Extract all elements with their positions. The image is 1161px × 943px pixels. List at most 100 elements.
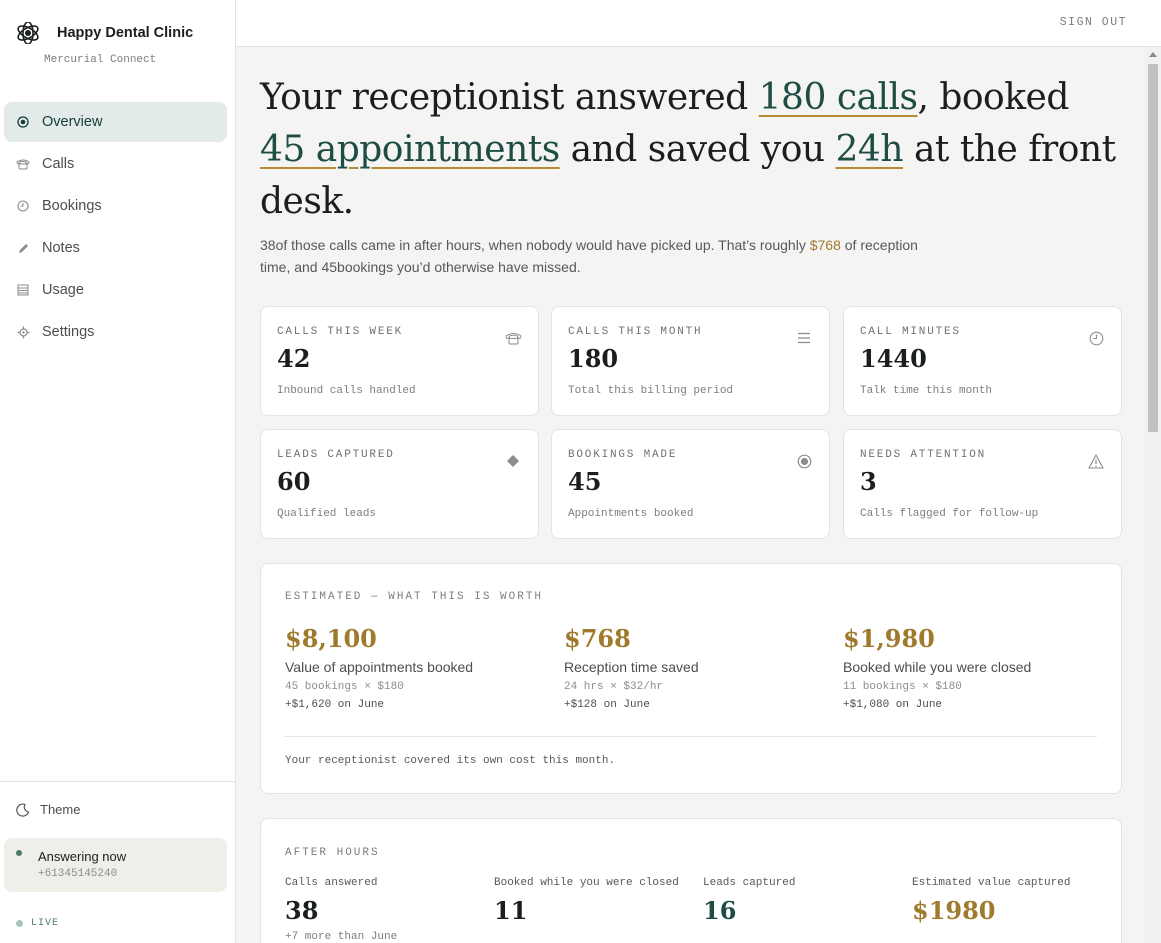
- scroll-up-arrow-icon[interactable]: [1149, 52, 1157, 57]
- clock-icon: [16, 199, 30, 213]
- sidebar-item-label: Settings: [42, 324, 95, 340]
- worth-delta: +$128 on June: [564, 699, 650, 711]
- stat-label: LEADS CAPTURED: [277, 449, 395, 461]
- phone-icon: [504, 329, 522, 347]
- status-dot: [16, 850, 22, 856]
- after-hours-value: 38: [285, 896, 319, 925]
- worth-title: Value of appointments booked: [285, 659, 474, 675]
- stat-desc: Inbound calls handled: [277, 385, 416, 397]
- theme-toggle[interactable]: Theme: [16, 802, 80, 817]
- list-icon: [16, 283, 30, 297]
- headline-text: , booked: [917, 77, 1069, 118]
- stat-value: 1440: [860, 344, 927, 373]
- worth-note: Your receptionist covered its own cost t…: [285, 755, 616, 767]
- target-icon: [16, 115, 30, 129]
- sidebar-item-overview[interactable]: Overview: [4, 102, 227, 142]
- stat-label: BOOKINGS MADE: [568, 449, 678, 461]
- menu-icon: [795, 329, 813, 347]
- after-hours-item: Leads captured 16: [703, 877, 795, 925]
- answering-status: Answering now +61345145240: [4, 838, 227, 892]
- pencil-icon: [16, 241, 30, 255]
- worth-item: $8,100 Value of appointments booked 45 b…: [285, 624, 555, 711]
- main-content: Your receptionist answered 180 calls, bo…: [260, 72, 1122, 943]
- worth-title: Booked while you were closed: [843, 659, 1032, 675]
- live-dot: [16, 920, 23, 927]
- sidebar-item-label: Overview: [42, 114, 103, 130]
- stat-card-needs-attention[interactable]: NEEDS ATTENTION 3 Calls flagged for foll…: [843, 429, 1122, 539]
- worth-item: $768 Reception time saved 24 hrs × $32/h…: [564, 624, 834, 711]
- sign-out-button[interactable]: SIGN OUT: [1060, 16, 1127, 29]
- after-hours-value: 11: [494, 896, 528, 925]
- after-hours-label: Booked while you were closed: [494, 877, 679, 889]
- brand[interactable]: Happy Dental Clinic: [16, 22, 193, 44]
- answering-title: Answering now: [38, 849, 127, 864]
- stat-desc: Appointments booked: [568, 508, 694, 520]
- worth-amount: $8,100: [285, 624, 377, 653]
- worth-amount: $1,980: [843, 624, 935, 653]
- sidebar-item-label: Notes: [42, 240, 80, 256]
- stat-card-leads[interactable]: LEADS CAPTURED 60 Qualified leads: [260, 429, 539, 539]
- stat-value: 60: [277, 467, 311, 496]
- after-hours-delta: +7 more than June: [285, 931, 398, 943]
- sidebar-item-calls[interactable]: Calls: [4, 144, 227, 184]
- warning-icon: [1087, 452, 1105, 470]
- after-hours-value: 16: [703, 896, 737, 925]
- headline-text: Your receptionist answered: [260, 77, 759, 118]
- sidebar-item-notes[interactable]: Notes: [4, 228, 227, 268]
- worth-delta: +$1,620 on June: [285, 699, 385, 711]
- brand-name: Happy Dental Clinic: [57, 25, 194, 41]
- stat-card-calls-week[interactable]: CALLS THIS WEEK 42 Inbound calls handled: [260, 306, 539, 416]
- stat-card-calls-month[interactable]: CALLS THIS MONTH 180 Total this billing …: [551, 306, 830, 416]
- clock-icon: [1087, 329, 1105, 347]
- moon-icon: [16, 802, 30, 817]
- after-hours-panel: AFTER HOURS Calls answered 38 +7 more th…: [260, 818, 1122, 943]
- stat-label: CALLS THIS MONTH: [568, 326, 703, 338]
- sidebar: Happy Dental Clinic Mercurial Connect Ov…: [0, 0, 236, 943]
- worth-delta: +$1,080 on June: [843, 699, 943, 711]
- sidebar-item-bookings[interactable]: Bookings: [4, 186, 227, 226]
- sidebar-item-label: Calls: [42, 156, 75, 172]
- diamond-icon: [504, 452, 522, 470]
- worth-item: $1,980 Booked while you were closed 11 b…: [843, 624, 1113, 711]
- summary-text: 38of those calls came in after hours, wh…: [260, 234, 920, 278]
- stat-value: 45: [568, 467, 602, 496]
- stat-desc: Talk time this month: [860, 385, 993, 397]
- stat-desc: Calls flagged for follow-up: [860, 508, 1039, 520]
- stat-desc: Total this billing period: [568, 385, 734, 397]
- stat-card-bookings[interactable]: BOOKINGS MADE 45 Appointments booked: [551, 429, 830, 539]
- sidebar-item-label: Bookings: [42, 198, 102, 214]
- after-hours-item: Calls answered 38 +7 more than June: [285, 877, 397, 943]
- stat-desc: Qualified leads: [277, 508, 377, 520]
- brand-subtitle: Mercurial Connect: [44, 54, 157, 66]
- worth-calc: 24 hrs × $32/hr: [564, 681, 664, 693]
- worth-amount: $768: [564, 624, 631, 653]
- gear-icon: [16, 325, 30, 339]
- sidebar-item-label: Usage: [42, 282, 84, 298]
- sidebar-item-usage[interactable]: Usage: [4, 270, 227, 310]
- worth-calc: 45 bookings × $180: [285, 681, 404, 693]
- after-hours-item: Estimated value captured $1980: [912, 877, 1070, 925]
- phone-icon: [16, 157, 30, 171]
- stat-card-call-minutes[interactable]: CALL MINUTES 1440 Talk time this month: [843, 306, 1122, 416]
- after-hours-label: Calls answered: [285, 877, 378, 889]
- scrollbar-thumb[interactable]: [1148, 64, 1158, 432]
- headline-hours: 24h: [835, 129, 904, 170]
- theme-label: Theme: [40, 802, 81, 817]
- page-headline: Your receptionist answered 180 calls, bo…: [260, 72, 1122, 228]
- stat-label: NEEDS ATTENTION: [860, 449, 987, 461]
- scrollbar[interactable]: [1145, 47, 1161, 943]
- stat-value: 3: [860, 467, 877, 496]
- headline-calls: 180 calls: [758, 77, 918, 118]
- worth-calc: 11 bookings × $180: [843, 681, 962, 693]
- stat-value: 180: [568, 344, 619, 373]
- stat-value: 42: [277, 344, 311, 373]
- panel-label: ESTIMATED — WHAT THIS IS WORTH: [285, 591, 544, 603]
- after-hours-label: Estimated value captured: [912, 877, 1071, 889]
- after-hours-value: $1980: [912, 896, 996, 925]
- summary-part: 38of those calls came in after hours, wh…: [260, 237, 810, 253]
- estimated-worth-panel: ESTIMATED — WHAT THIS IS WORTH $8,100 Va…: [260, 563, 1122, 794]
- stat-label: CALLS THIS WEEK: [277, 326, 404, 338]
- headline-text: and saved you: [559, 129, 836, 170]
- after-hours-item: Booked while you were closed 11: [494, 877, 679, 925]
- sidebar-item-settings[interactable]: Settings: [4, 312, 227, 352]
